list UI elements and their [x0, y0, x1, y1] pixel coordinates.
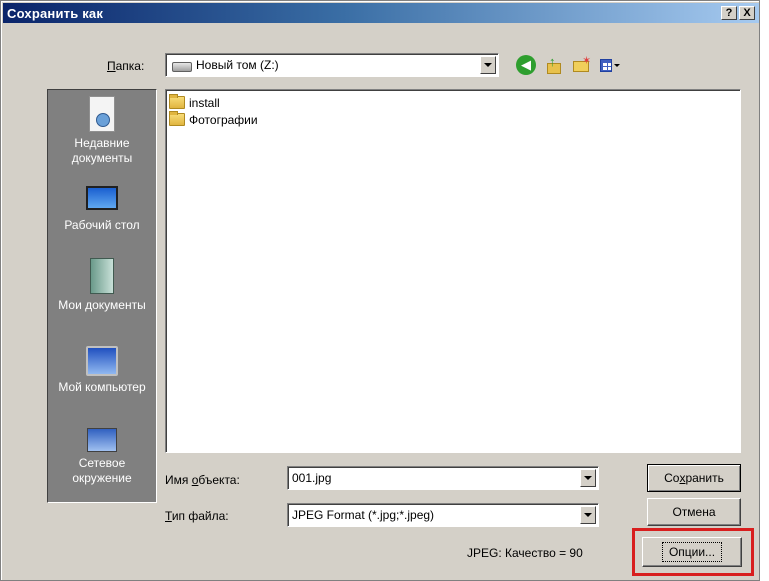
filename-dropdown-arrow[interactable] — [580, 469, 596, 487]
lookin-dropdown[interactable]: Новый том (Z:) — [165, 53, 499, 77]
list-item[interactable]: install — [169, 94, 740, 111]
filetype-dropdown-arrow[interactable] — [580, 506, 596, 524]
place-my-computer[interactable]: Мой компьютер — [48, 346, 156, 395]
recent-documents-icon — [89, 96, 115, 132]
filetype-value: JPEG Format (*.jpg;*.jpeg) — [292, 508, 435, 522]
filename-input[interactable]: 001.jpg — [287, 466, 599, 490]
my-documents-icon — [90, 258, 114, 294]
lookin-dropdown-arrow[interactable] — [480, 56, 496, 74]
highlight-box — [632, 528, 754, 576]
view-menu-icon[interactable] — [600, 55, 620, 75]
drive-icon — [172, 62, 192, 72]
back-icon[interactable]: ◀ — [516, 55, 536, 75]
list-item[interactable]: Фотографии — [169, 111, 740, 128]
help-button[interactable]: ? — [721, 6, 737, 20]
folder-icon — [169, 111, 185, 126]
cancel-button[interactable]: Отмена — [647, 498, 741, 526]
chevron-down-icon — [484, 63, 492, 67]
save-as-dialog: Сохранить как ? X Папка: Новый том (Z:) … — [0, 0, 760, 581]
my-computer-icon — [86, 346, 118, 376]
dialog-title: Сохранить как — [7, 5, 104, 21]
close-button[interactable]: X — [739, 6, 755, 20]
file-name: install — [189, 95, 220, 110]
filetype-dropdown[interactable]: JPEG Format (*.jpg;*.jpeg) — [287, 503, 599, 527]
place-label: Недавние документы — [71, 136, 133, 165]
lookin-label: Папка: — [107, 59, 145, 73]
place-desktop[interactable]: Рабочий стол — [48, 186, 156, 233]
new-folder-icon[interactable]: ✶ — [572, 55, 592, 75]
place-label: Мои документы — [58, 298, 146, 312]
place-label: Сетевое окружение — [72, 456, 132, 485]
filename-label: Имя объекта: — [165, 473, 240, 487]
filetype-label: Тип файла: — [165, 509, 229, 523]
up-folder-icon[interactable]: ↑ — [544, 54, 564, 75]
quality-text: JPEG: Качество = 90 — [467, 546, 583, 560]
lookin-value: Новый том (Z:) — [196, 58, 279, 72]
place-my-documents[interactable]: Мои документы — [48, 258, 156, 313]
save-button[interactable]: Со х ранить — [647, 464, 741, 492]
chevron-down-icon — [584, 513, 592, 517]
toolbar: ◀ ↑ ✶ — [516, 54, 620, 75]
place-label: Рабочий стол — [64, 218, 140, 232]
place-label: Мой компьютер — [58, 380, 146, 394]
title-bar[interactable]: Сохранить как ? X — [3, 3, 759, 23]
place-recent-documents[interactable]: Недавние документы — [48, 96, 156, 166]
filename-value[interactable]: 001.jpg — [288, 471, 331, 485]
chevron-down-icon — [584, 476, 592, 480]
places-bar: Недавние документы Рабочий стол Мои доку… — [47, 89, 157, 503]
file-name: Фотографии — [189, 112, 258, 127]
desktop-icon — [86, 186, 118, 210]
network-icon — [87, 428, 117, 452]
folder-icon — [169, 94, 185, 109]
place-network[interactable]: Сетевое окружение — [48, 428, 156, 486]
file-list[interactable]: install Фотографии — [165, 89, 741, 453]
